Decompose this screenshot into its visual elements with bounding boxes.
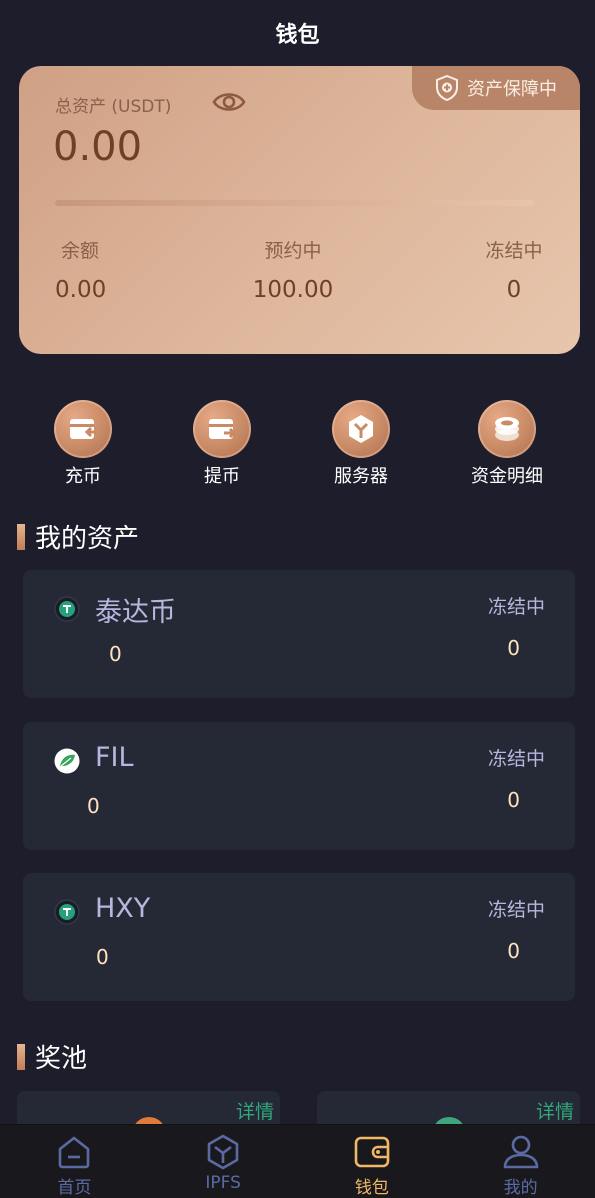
deposit-button[interactable]: 充币 bbox=[33, 400, 133, 488]
fund-details-button[interactable]: 资金明细 bbox=[457, 400, 557, 488]
frozen-stat: 冻结中 0 bbox=[481, 236, 547, 303]
coins-icon bbox=[478, 400, 536, 458]
asset-progress-fill bbox=[55, 200, 535, 206]
eye-icon[interactable] bbox=[212, 90, 246, 114]
pool-detail-link[interactable]: 详情 bbox=[236, 1097, 274, 1124]
asset-card-usdt[interactable]: 泰达币 0 冻结中 0 bbox=[23, 570, 575, 698]
asset-amount: 0 bbox=[109, 642, 122, 666]
withdraw-button[interactable]: 提币 bbox=[172, 400, 272, 488]
server-button[interactable]: 服务器 bbox=[311, 400, 411, 488]
tab-home[interactable]: 首页 bbox=[0, 1125, 149, 1198]
tab-ipfs-label: IPFS bbox=[205, 1173, 241, 1193]
asset-frozen-label: 冻结中 bbox=[487, 596, 545, 618]
assets-section-label: 我的资产 bbox=[35, 524, 140, 554]
asset-name: 泰达币 bbox=[95, 597, 176, 628]
asset-frozen-label: 冻结中 bbox=[487, 748, 545, 770]
section-marker bbox=[17, 1043, 25, 1070]
withdraw-label: 提币 bbox=[204, 466, 240, 487]
server-label: 服务器 bbox=[334, 466, 388, 487]
bottom-tab-bar: 首页 IPFS 钱包 我的 bbox=[0, 1124, 595, 1198]
frozen-label: 冻结中 bbox=[485, 240, 543, 262]
reserved-label: 预约中 bbox=[264, 240, 322, 262]
pool-section-title: 奖池 bbox=[17, 1038, 87, 1075]
home-icon bbox=[59, 1136, 90, 1169]
asset-frozen-value: 0 bbox=[507, 636, 520, 660]
asset-name: HXY bbox=[95, 893, 151, 924]
asset-amount: 0 bbox=[96, 945, 109, 969]
quick-actions: 充币 提币 服务器 资金明细 bbox=[0, 400, 595, 490]
header: 钱包 bbox=[0, 0, 595, 66]
tab-profile[interactable]: 我的 bbox=[446, 1125, 595, 1198]
ipfs-icon bbox=[207, 1134, 239, 1170]
reserved-value: 100.00 bbox=[252, 277, 334, 303]
assets-section-title: 我的资产 bbox=[17, 518, 139, 555]
balance-label: 余额 bbox=[60, 240, 99, 262]
tab-profile-label: 我的 bbox=[503, 1178, 538, 1198]
balance-stat: 余额 0.00 bbox=[55, 236, 107, 303]
security-badge[interactable]: 资产保障中 bbox=[412, 66, 580, 110]
section-marker bbox=[17, 523, 25, 550]
server-icon bbox=[332, 400, 390, 458]
asset-frozen-value: 0 bbox=[507, 788, 520, 812]
total-assets-value: 0.00 bbox=[53, 124, 143, 170]
asset-card-fil[interactable]: FIL 0 冻结中 0 bbox=[23, 722, 575, 850]
balance-value: 0.00 bbox=[55, 277, 107, 303]
total-assets-label: 总资产 (USDT) bbox=[55, 97, 172, 117]
fund-details-label: 资金明细 bbox=[471, 466, 543, 487]
frozen-value: 0 bbox=[506, 277, 522, 303]
asset-frozen-label: 冻结中 bbox=[487, 899, 545, 921]
asset-card-hxy[interactable]: HXY 0 冻结中 0 bbox=[23, 873, 575, 1001]
pool-detail-link[interactable]: 详情 bbox=[536, 1097, 574, 1124]
reserved-stat: 预约中 100.00 bbox=[245, 236, 341, 303]
asset-frozen-value: 0 bbox=[507, 939, 520, 963]
tether-icon bbox=[54, 899, 80, 925]
deposit-icon bbox=[54, 400, 112, 458]
security-badge-label: 资产保障中 bbox=[467, 79, 557, 100]
tab-wallet-label: 钱包 bbox=[354, 1178, 389, 1198]
deposit-label: 充币 bbox=[65, 466, 101, 487]
asset-amount: 0 bbox=[87, 794, 100, 818]
shield-icon bbox=[436, 75, 458, 101]
asset-progress-bar bbox=[55, 200, 535, 206]
page-title: 钱包 bbox=[275, 23, 320, 48]
tab-ipfs[interactable]: IPFS bbox=[149, 1125, 298, 1198]
fil-leaf-icon bbox=[54, 748, 80, 774]
tab-home-label: 首页 bbox=[57, 1178, 92, 1198]
user-icon bbox=[503, 1135, 538, 1169]
pool-section-label: 奖池 bbox=[35, 1044, 88, 1074]
tether-icon bbox=[54, 596, 80, 622]
tab-wallet[interactable]: 钱包 bbox=[298, 1125, 447, 1198]
wallet-icon bbox=[354, 1136, 390, 1168]
asset-name: FIL bbox=[95, 742, 134, 773]
withdraw-icon bbox=[193, 400, 251, 458]
asset-summary-card: 资产保障中 总资产 (USDT) 0.00 余额 0.00 预约中 100.00… bbox=[19, 66, 580, 354]
